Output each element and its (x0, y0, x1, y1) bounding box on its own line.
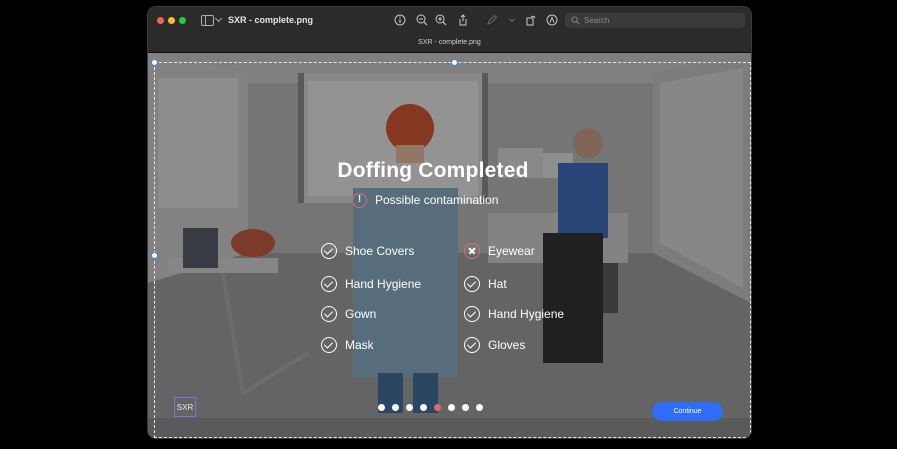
list-item: Gloves (464, 336, 525, 354)
item-label: Hat (488, 277, 507, 291)
window-title: SXR - complete.png (228, 15, 314, 25)
close-window-button[interactable] (157, 17, 164, 24)
sidebar-icon (201, 14, 214, 26)
item-label: Mask (345, 338, 374, 352)
list-item: Mask (321, 336, 374, 354)
checklist: Shoe Covers Hand Hygiene Gown Mask Eyewe… (321, 242, 591, 372)
sxr-logo: SXR (174, 397, 196, 417)
item-label: Eyewear (488, 244, 535, 258)
selection-handle-top-center[interactable] (451, 59, 458, 66)
completion-heading: Doffing Completed (337, 159, 529, 182)
share-icon[interactable] (457, 14, 469, 26)
rotate-icon[interactable] (525, 14, 537, 26)
search-icon (571, 16, 580, 25)
warning-text: Possible contamination (375, 193, 499, 207)
page-dot[interactable] (406, 404, 413, 411)
page-dot[interactable] (420, 404, 427, 411)
exclamation-icon: ! (352, 192, 367, 208)
image-canvas: Doffing Completed ! Possible contaminati… (148, 53, 751, 438)
list-item: Hand Hygiene (321, 275, 421, 293)
list-item: Eyewear (464, 242, 535, 260)
item-label: Hand Hygiene (345, 277, 422, 291)
checkmark-icon (464, 276, 480, 292)
item-label: Hand Hygiene (488, 307, 565, 321)
checkmark-icon (321, 243, 337, 259)
checkmark-icon (464, 306, 480, 322)
checkmark-icon (321, 337, 337, 353)
markup-pen-icon[interactable] (486, 14, 498, 26)
zoom-window-button[interactable] (179, 17, 186, 24)
chevron-down-icon (214, 14, 223, 23)
info-icon[interactable] (394, 14, 406, 26)
zoom-in-icon[interactable] (435, 14, 447, 26)
warning-row: ! Possible contamination (352, 191, 498, 209)
page-dot[interactable] (392, 404, 399, 411)
markup-chevron-icon[interactable] (506, 14, 515, 26)
minimize-window-button[interactable] (168, 17, 175, 24)
selection-handle-top-left[interactable] (151, 59, 158, 66)
page-dot[interactable] (378, 404, 385, 411)
title-bar: SXR - complete.png SXR - complete (148, 7, 751, 53)
document-tab-title: SXR - complete.png (418, 39, 481, 46)
item-label: Shoe Covers (345, 244, 415, 258)
checkmark-icon (464, 337, 480, 353)
preview-window: SXR - complete.png SXR - complete (148, 7, 751, 438)
search-input[interactable] (584, 13, 734, 28)
x-mark-icon (464, 243, 480, 259)
page-dot[interactable] (448, 404, 455, 411)
page-dot[interactable] (476, 404, 483, 411)
continue-button[interactable]: Continue (652, 402, 723, 421)
checkmark-icon (321, 306, 337, 322)
item-label: Gloves (488, 338, 526, 352)
page-dot[interactable] (462, 404, 469, 411)
page-indicator (378, 404, 483, 411)
item-label: Gown (345, 307, 377, 321)
list-item: Shoe Covers (321, 242, 414, 260)
search-field[interactable] (565, 13, 745, 28)
list-item: Hat (464, 275, 507, 293)
checkmark-icon (321, 276, 337, 292)
zoom-out-icon[interactable] (416, 14, 428, 26)
selection-handle-middle-left[interactable] (151, 252, 158, 259)
sidebar-toggle-button[interactable] (201, 14, 223, 26)
annotate-icon[interactable] (546, 14, 558, 26)
list-item: Gown (321, 305, 376, 323)
page-dot-active[interactable] (434, 404, 441, 411)
list-item: Hand Hygiene (464, 305, 564, 323)
